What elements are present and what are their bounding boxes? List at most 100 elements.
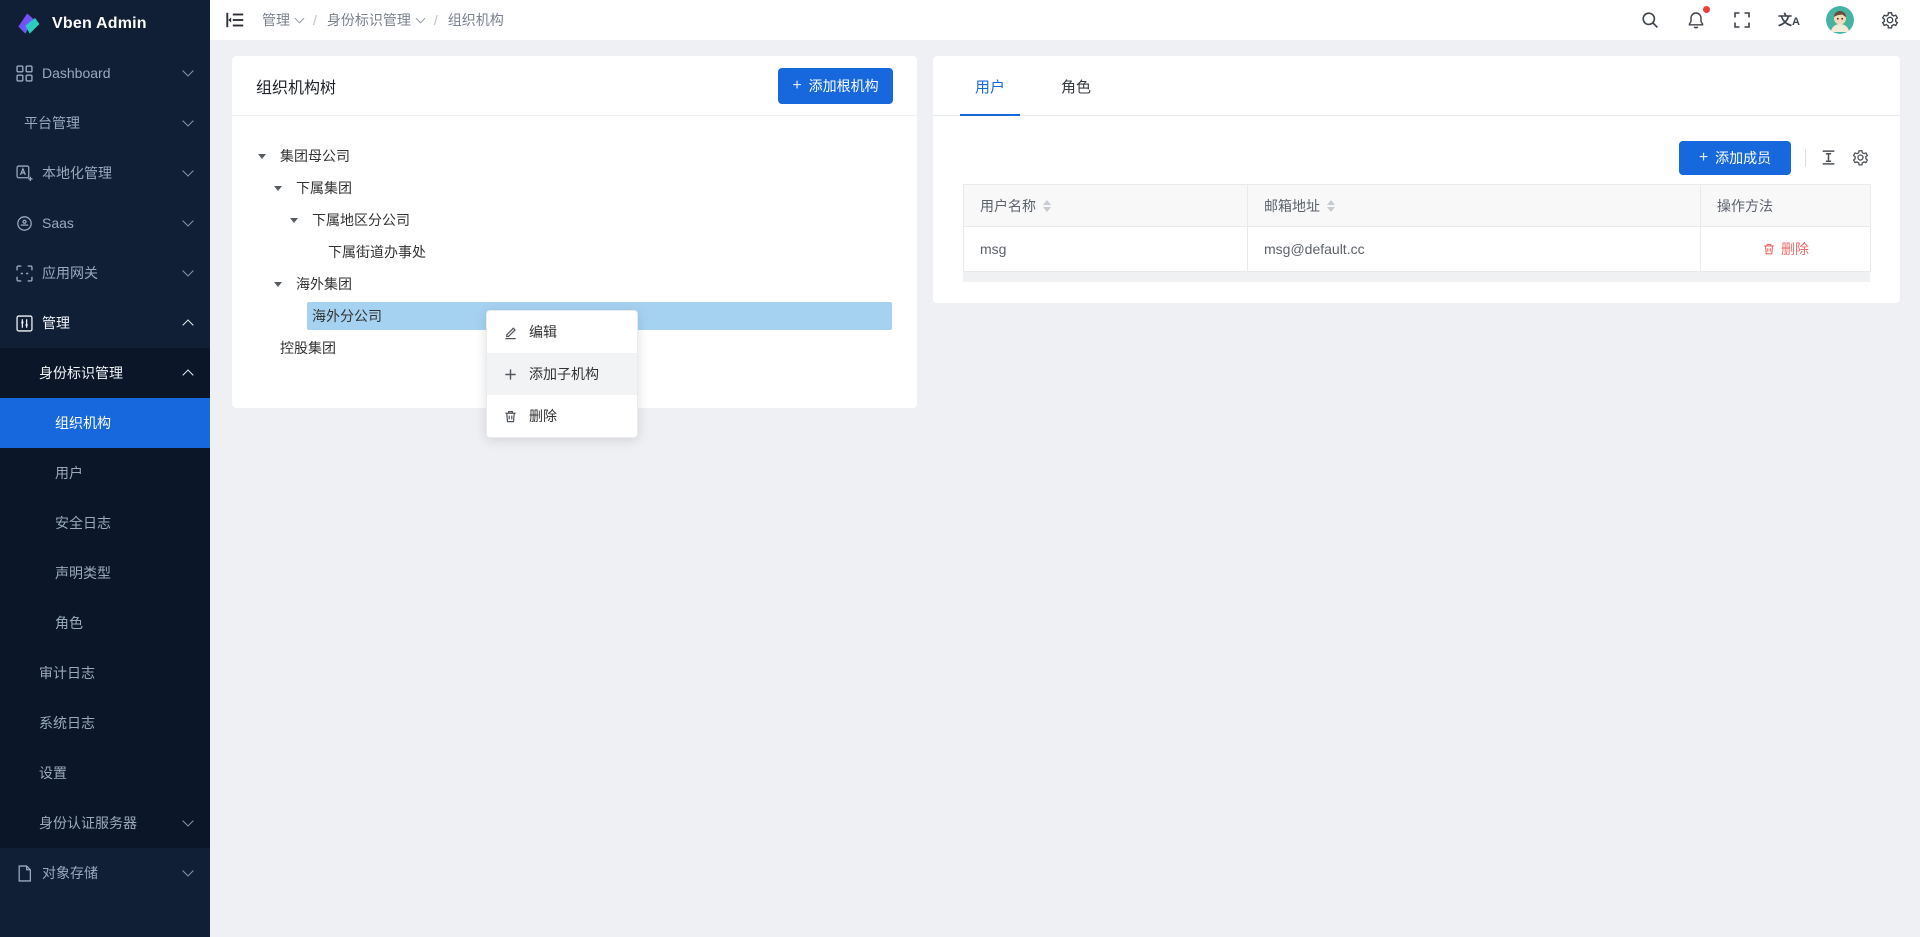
sort-carets-icon[interactable] (1043, 196, 1051, 216)
sidebar-item-localization[interactable]: 本地化管理 (0, 148, 210, 198)
caret-down-icon[interactable] (274, 277, 291, 291)
storage-icon (16, 865, 33, 882)
sidebar-item-audit-log[interactable]: 审计日志 (0, 648, 210, 698)
breadcrumb-separator: / (313, 12, 317, 28)
tree-node[interactable]: 下属地区分公司 (258, 204, 892, 236)
fullscreen-icon[interactable] (1732, 10, 1752, 30)
tree-node[interactable]: 海外集团 (258, 268, 892, 300)
table-cell-actions: 删除 (1701, 227, 1871, 272)
dashboard-icon (16, 65, 33, 82)
chevron-down-icon (182, 815, 193, 826)
chevron-up-icon (182, 319, 193, 330)
sidebar-item-saas[interactable]: Saas (0, 198, 210, 248)
sidebar-item-users[interactable]: 用户 (0, 448, 210, 498)
vben-logo-icon (14, 10, 42, 38)
breadcrumb-item[interactable]: 管理 (262, 10, 303, 30)
sidebar-item-label: 应用网关 (42, 263, 98, 283)
breadcrumb-label: 管理 (262, 10, 290, 30)
chevron-down-icon (182, 65, 193, 76)
sidebar-item-dashboard[interactable]: Dashboard (0, 48, 210, 98)
column-label: 用户名称 (980, 196, 1036, 216)
gear-icon[interactable] (1852, 149, 1870, 167)
context-menu-item-add-child[interactable]: 添加子机构 (487, 353, 637, 395)
sidebar-item-label: 身份标识管理 (39, 363, 123, 383)
gear-icon[interactable] (1880, 10, 1900, 30)
breadcrumb-label: 组织机构 (448, 10, 504, 30)
sidebar-item-label: 安全日志 (55, 513, 111, 533)
sidebar-item-platform[interactable]: 平台管理 (0, 98, 210, 148)
sidebar-item-organization[interactable]: 组织机构 (0, 398, 210, 448)
sidebar-item-manage[interactable]: 管理 (0, 298, 210, 348)
sidebar-item-system-log[interactable]: 系统日志 (0, 698, 210, 748)
tree-node-label: 下属地区分公司 (307, 206, 415, 234)
tree-context-menu: 编辑添加子机构删除 (486, 310, 638, 438)
chevron-down-icon (182, 115, 193, 126)
delete-row-button[interactable]: 删除 (1762, 239, 1809, 259)
sidebar-item-settings[interactable]: 设置 (0, 748, 210, 798)
tree-node[interactable]: 下属街道办事处 (258, 236, 892, 268)
logo[interactable]: Vben Admin (0, 0, 210, 48)
sidebar-item-label: 身份认证服务器 (39, 813, 137, 833)
toolbar-divider (1805, 149, 1806, 167)
sidebar-item-label: 用户 (55, 463, 83, 483)
sort-carets-icon[interactable] (1327, 196, 1335, 216)
table-cell: msg (964, 227, 1248, 272)
sidebar-item-gateway[interactable]: 应用网关 (0, 248, 210, 298)
members-toolbar: + 添加成员 (933, 116, 1900, 175)
sort-asc-icon (1043, 196, 1051, 205)
caret-down-icon[interactable] (274, 181, 291, 195)
tree-node[interactable]: 下属集团 (258, 172, 892, 204)
add-member-label: 添加成员 (1715, 148, 1771, 168)
chevron-up-icon (182, 369, 193, 380)
saas-icon (16, 215, 33, 232)
sidebar-item-identity-server[interactable]: 身份认证服务器 (0, 798, 210, 848)
sort-desc-icon (1327, 207, 1335, 216)
caret-down-icon[interactable] (290, 213, 307, 227)
sidebar-item-identity[interactable]: 身份标识管理 (0, 348, 210, 398)
breadcrumb-item[interactable]: 组织机构 (448, 10, 504, 30)
chevron-down-icon (182, 165, 193, 176)
locale-icon (16, 165, 33, 182)
fold-menu-icon[interactable] (224, 9, 246, 31)
sidebar-item-label: Dashboard (42, 65, 111, 81)
add-member-button[interactable]: + 添加成员 (1679, 141, 1791, 175)
column-header[interactable]: 邮箱地址 (1248, 185, 1701, 227)
search-icon[interactable] (1640, 10, 1660, 30)
column-header-inner: 操作方法 (1717, 196, 1773, 216)
notification-dot (1703, 6, 1710, 13)
column-header: 操作方法 (1701, 185, 1871, 227)
tab-users[interactable]: 用户 (960, 76, 1020, 115)
column-header[interactable]: 用户名称 (964, 185, 1248, 227)
table-tools (1820, 149, 1870, 167)
tab-roles[interactable]: 角色 (1046, 76, 1106, 115)
translate-icon[interactable]: 文A (1778, 10, 1800, 30)
tree-node[interactable]: 集团母公司 (258, 140, 892, 172)
breadcrumb-item[interactable]: 身份标识管理 (327, 10, 424, 30)
context-menu-item-delete[interactable]: 删除 (487, 395, 637, 437)
sidebar-item-roles[interactable]: 角色 (0, 598, 210, 648)
user-avatar[interactable] (1826, 6, 1854, 34)
sidebar-item-label: 对象存储 (42, 863, 98, 883)
add-root-org-button[interactable]: + 添加根机构 (778, 68, 893, 104)
sidebar-item-label: 管理 (42, 313, 70, 333)
members-table: 用户名称 邮箱地址操作方法 msgmsg@default.cc删除 (963, 184, 1871, 272)
row-height-icon[interactable] (1820, 149, 1838, 167)
bell-icon[interactable] (1686, 10, 1706, 30)
chevron-down-icon (182, 215, 193, 226)
context-menu-label: 添加子机构 (529, 364, 599, 384)
tree-node-label: 集团母公司 (275, 142, 355, 170)
caret-down-icon (290, 218, 298, 227)
table-row: msgmsg@default.cc删除 (964, 227, 1871, 272)
sidebar-item-object-storage[interactable]: 对象存储 (0, 848, 210, 898)
context-menu-item-edit[interactable]: 编辑 (487, 311, 637, 353)
sidebar-item-claim-types[interactable]: 声明类型 (0, 548, 210, 598)
topbar-actions: 文A (1640, 6, 1900, 34)
breadcrumb-separator: / (434, 12, 438, 28)
caret-down-icon[interactable] (258, 149, 275, 163)
chevron-down-icon (295, 14, 305, 24)
caret-down-icon (274, 282, 282, 291)
plus-icon: + (792, 78, 801, 94)
sidebar-item-label: 审计日志 (39, 663, 95, 683)
sidebar-item-label: 组织机构 (55, 413, 111, 433)
sidebar-item-security-log[interactable]: 安全日志 (0, 498, 210, 548)
